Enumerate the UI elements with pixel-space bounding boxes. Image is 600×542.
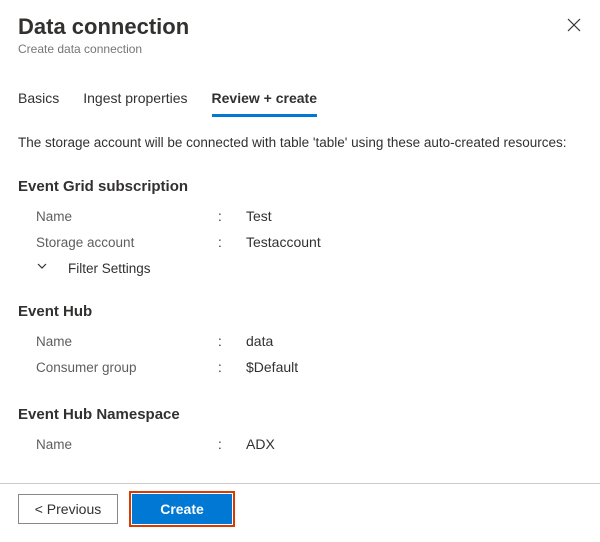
tab-bar: Basics Ingest properties Review + create bbox=[0, 62, 600, 117]
event-grid-title: Event Grid subscription bbox=[18, 178, 582, 195]
previous-button[interactable]: < Previous bbox=[18, 494, 118, 524]
close-button[interactable] bbox=[562, 14, 586, 38]
value-storage-account: Testaccount bbox=[246, 234, 321, 250]
chevron-down-icon bbox=[36, 259, 48, 277]
row-event-hub-name: Name : data bbox=[18, 328, 582, 354]
separator: : bbox=[218, 334, 246, 349]
label-storage-account: Storage account bbox=[18, 235, 218, 250]
tab-basics[interactable]: Basics bbox=[18, 90, 59, 117]
row-consumer-group: Consumer group : $Default bbox=[18, 354, 582, 380]
label-name: Name bbox=[18, 437, 218, 452]
label-consumer-group: Consumer group bbox=[18, 360, 218, 375]
tab-ingest-properties[interactable]: Ingest properties bbox=[83, 90, 187, 117]
row-event-grid-name: Name : Test bbox=[18, 203, 582, 229]
row-namespace-name: Name : ADX bbox=[18, 431, 582, 457]
separator: : bbox=[218, 437, 246, 452]
filter-settings-label: Filter Settings bbox=[68, 261, 151, 276]
separator: : bbox=[218, 360, 246, 375]
value-name: Test bbox=[246, 208, 272, 224]
value-name: data bbox=[246, 333, 273, 349]
section-event-hub: Event Hub Name : data Consumer group : $… bbox=[0, 285, 600, 388]
close-icon bbox=[567, 18, 581, 35]
section-event-hub-namespace: Event Hub Namespace Name : ADX bbox=[0, 388, 600, 465]
label-name: Name bbox=[18, 334, 218, 349]
separator: : bbox=[218, 209, 246, 224]
filter-settings-expander[interactable]: Filter Settings bbox=[18, 255, 582, 277]
tab-review-create[interactable]: Review + create bbox=[212, 90, 317, 117]
label-name: Name bbox=[18, 209, 218, 224]
footer: < Previous Create bbox=[0, 484, 600, 542]
event-hub-title: Event Hub bbox=[18, 303, 582, 320]
namespace-title: Event Hub Namespace bbox=[18, 406, 582, 423]
separator: : bbox=[218, 235, 246, 250]
value-consumer-group: $Default bbox=[246, 359, 298, 375]
value-name: ADX bbox=[246, 436, 275, 452]
create-button[interactable]: Create bbox=[132, 494, 232, 524]
section-event-grid: Event Grid subscription Name : Test Stor… bbox=[0, 160, 600, 285]
info-text: The storage account will be connected wi… bbox=[0, 117, 600, 160]
row-storage-account: Storage account : Testaccount bbox=[18, 229, 582, 255]
dialog-title: Data connection bbox=[18, 14, 582, 40]
dialog-subtitle: Create data connection bbox=[18, 42, 582, 56]
dialog-header: Data connection Create data connection bbox=[0, 0, 600, 62]
